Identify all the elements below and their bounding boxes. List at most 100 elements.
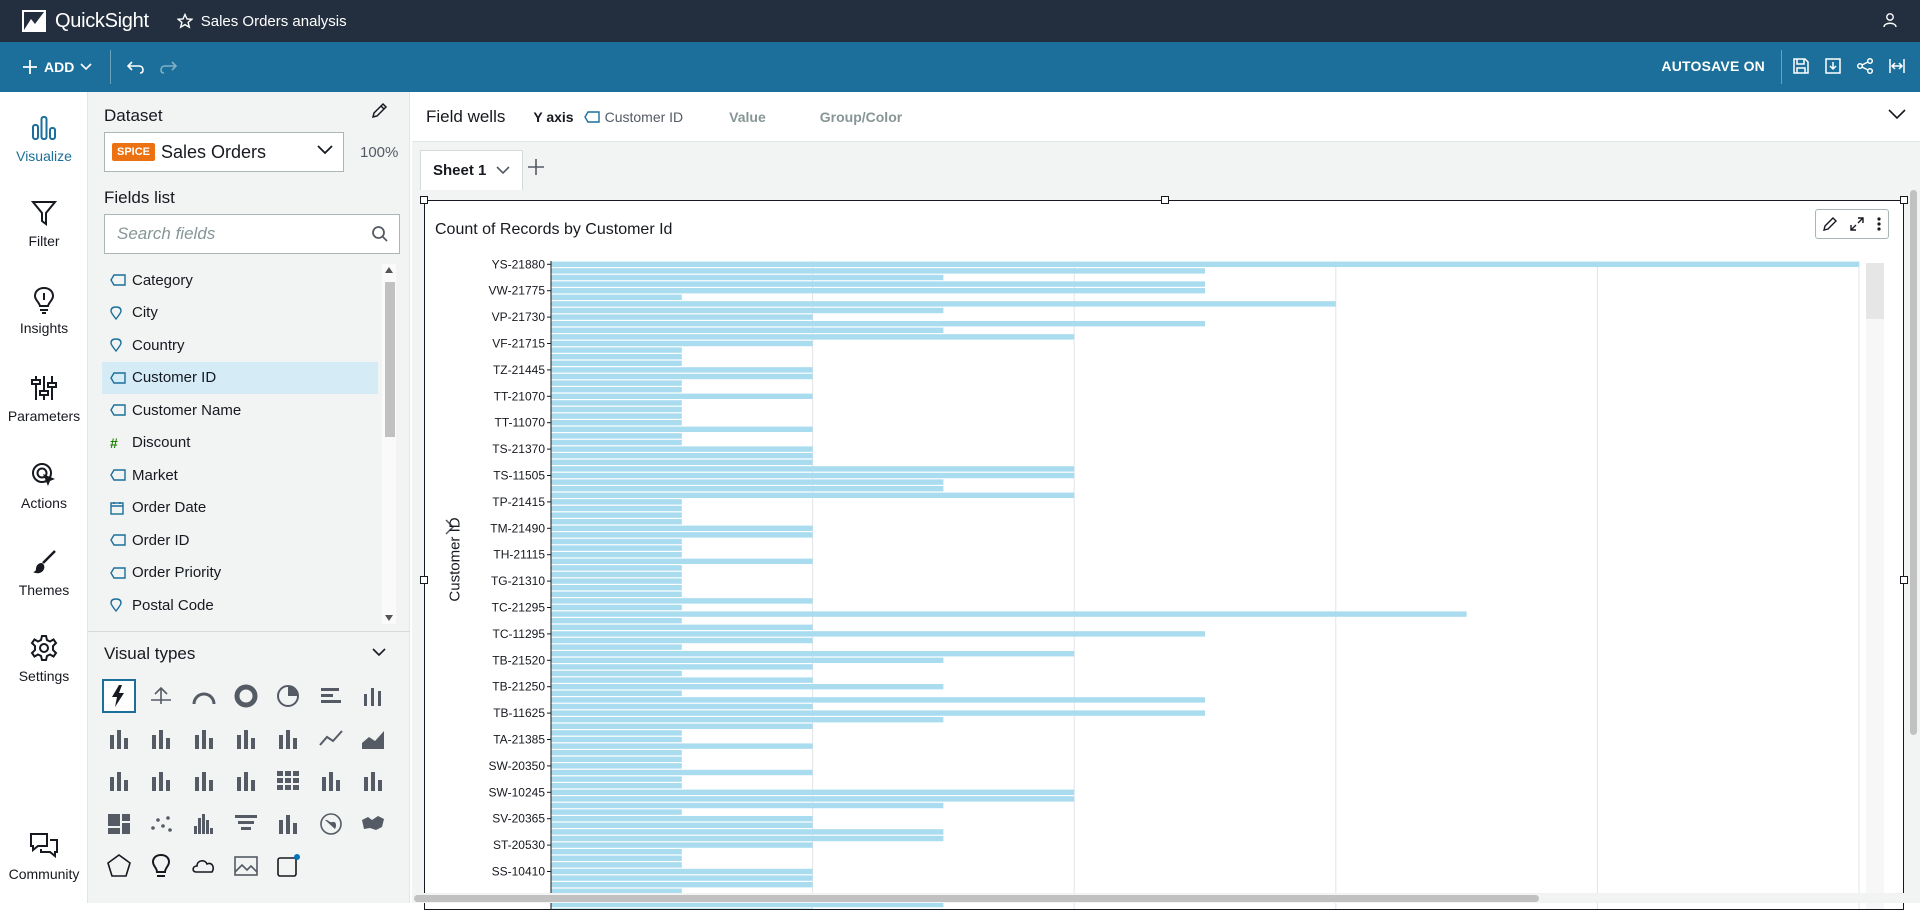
field-item[interactable]: Country <box>102 329 378 362</box>
bar[interactable] <box>551 367 813 373</box>
field-item[interactable]: Category <box>102 264 378 297</box>
box-plot-visual-type[interactable] <box>229 764 263 798</box>
analysis-title[interactable]: Sales Orders analysis <box>201 13 347 30</box>
rail-insights[interactable]: Insights <box>0 284 88 336</box>
vertical-bar-visual-type[interactable] <box>356 679 390 713</box>
scatter-visual-type[interactable] <box>144 807 178 841</box>
bar[interactable] <box>551 604 682 611</box>
save-icon[interactable] <box>1792 57 1810 75</box>
bar[interactable] <box>551 380 682 386</box>
user-menu[interactable] <box>1882 12 1898 33</box>
sheet-tab-1[interactable]: Sheet 1 <box>420 150 524 190</box>
chevron-down-icon[interactable] <box>372 648 386 657</box>
bar[interactable] <box>551 571 682 578</box>
bar[interactable] <box>551 406 682 413</box>
bar[interactable] <box>551 288 1205 294</box>
bar[interactable] <box>551 578 682 584</box>
bar[interactable] <box>551 875 813 881</box>
bar[interactable] <box>551 783 682 789</box>
bar[interactable] <box>551 373 813 380</box>
bar[interactable] <box>551 684 944 690</box>
bar[interactable] <box>551 677 813 683</box>
image-visual-type[interactable] <box>229 849 263 883</box>
rail-filter[interactable]: Filter <box>0 197 88 249</box>
stacked-area-visual-type[interactable] <box>102 764 136 798</box>
pivot-table-visual-type[interactable] <box>356 764 390 798</box>
bar[interactable] <box>551 453 813 459</box>
bar[interactable] <box>551 426 813 432</box>
bar[interactable] <box>551 657 944 663</box>
bar[interactable] <box>551 736 682 743</box>
combo-stacked-line-visual-type[interactable] <box>187 764 221 798</box>
bar[interactable] <box>551 776 682 782</box>
bar[interactable] <box>551 552 682 558</box>
horizontal-bar-visual-type[interactable] <box>314 679 348 713</box>
bar[interactable] <box>551 433 682 439</box>
add-sheet-button[interactable] <box>527 156 545 182</box>
bar[interactable] <box>551 334 1075 340</box>
bar[interactable] <box>551 670 682 677</box>
field-item[interactable]: Postal Code <box>102 589 378 622</box>
bar[interactable] <box>551 321 1205 327</box>
share-icon[interactable] <box>1856 57 1874 75</box>
fit-width-icon[interactable] <box>1888 57 1906 75</box>
bar[interactable] <box>551 730 682 736</box>
bar[interactable] <box>551 393 813 399</box>
bar[interactable] <box>551 862 682 868</box>
bar[interactable] <box>551 816 813 822</box>
bar[interactable] <box>551 796 1075 802</box>
dataset-selector[interactable]: SPICE Sales Orders <box>104 132 344 172</box>
bar[interactable] <box>551 340 813 347</box>
bar[interactable] <box>551 637 813 644</box>
bar[interactable] <box>551 459 813 465</box>
value-well[interactable]: Value <box>729 109 766 125</box>
bar[interactable] <box>551 690 682 696</box>
bar[interactable] <box>551 545 682 551</box>
bar[interactable] <box>551 763 682 769</box>
vertical-100-bar-visual-type[interactable] <box>229 722 263 756</box>
bar[interactable] <box>551 294 682 300</box>
bar[interactable] <box>551 723 813 729</box>
area-visual-type[interactable] <box>356 722 390 756</box>
bar[interactable] <box>551 301 1336 307</box>
y-axis-field-pill[interactable]: Customer ID <box>583 109 683 125</box>
waterfall-visual-type[interactable] <box>271 722 305 756</box>
bar[interactable] <box>551 882 813 888</box>
word-cloud-visual-type[interactable] <box>187 849 221 883</box>
bar[interactable] <box>551 697 1205 703</box>
bar[interactable] <box>551 525 813 531</box>
scroll-thumb[interactable] <box>414 895 1539 902</box>
table-visual-type[interactable] <box>314 764 348 798</box>
horizontal-scrollbar[interactable] <box>412 893 1920 903</box>
bar[interactable] <box>551 558 813 564</box>
bar[interactable] <box>551 439 682 446</box>
y-axis-well-label[interactable]: Y axis <box>533 109 573 125</box>
star-icon[interactable] <box>176 13 193 29</box>
bar[interactable] <box>551 492 1075 498</box>
rail-settings[interactable]: Settings <box>0 632 88 684</box>
group-color-well[interactable]: Group/Color <box>820 109 902 125</box>
bar-chart-visual[interactable]: Count of Records by Customer Id Customer… <box>420 196 1908 910</box>
bar[interactable] <box>551 743 813 749</box>
filled-map-visual-type[interactable] <box>314 807 348 841</box>
bar[interactable] <box>551 261 1859 267</box>
bar[interactable] <box>551 268 1205 274</box>
fields-scrollbar[interactable] <box>382 264 396 624</box>
bar[interactable] <box>551 822 813 828</box>
bar[interactable] <box>551 802 944 809</box>
bar[interactable] <box>551 717 944 723</box>
field-item[interactable]: Customer ID <box>102 361 378 394</box>
horizontal-100-bar-visual-type[interactable] <box>187 722 221 756</box>
field-item[interactable]: Customer Name <box>102 394 378 427</box>
bar[interactable] <box>551 855 682 861</box>
bar[interactable] <box>551 281 1205 287</box>
bar[interactable] <box>551 585 682 591</box>
bar[interactable] <box>551 591 682 597</box>
vertical-scrollbar[interactable] <box>1907 190 1920 890</box>
tree-map-visual-type[interactable] <box>102 807 136 841</box>
kpi-visual-type[interactable] <box>144 679 178 713</box>
bar[interactable] <box>551 756 682 762</box>
chevron-down-icon[interactable] <box>496 166 510 175</box>
horizontal-stacked-bar-visual-type[interactable] <box>102 722 136 756</box>
scroll-up-arrow[interactable] <box>385 267 393 273</box>
